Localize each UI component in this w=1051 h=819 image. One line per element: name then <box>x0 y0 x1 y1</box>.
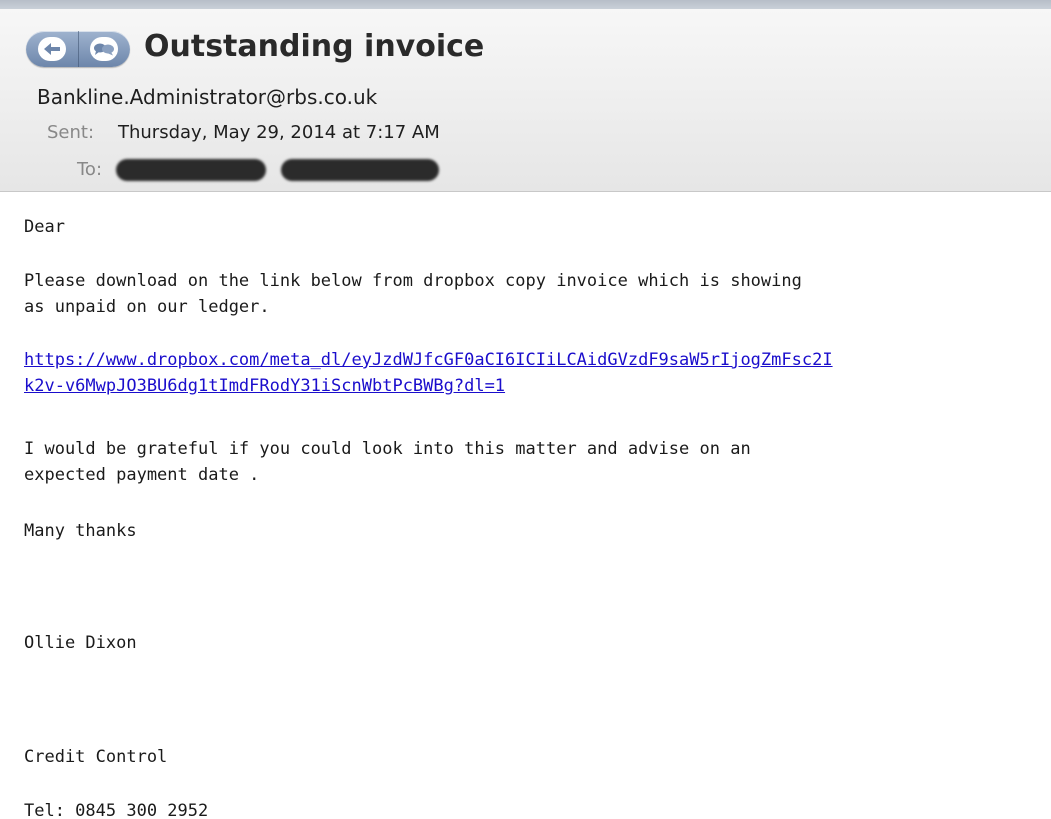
paragraph-2-line-1: I would be grateful if you could look in… <box>24 439 751 459</box>
closing: Many thanks <box>24 521 137 541</box>
message-subject: Outstanding invoice <box>144 29 485 64</box>
paragraph-1-line-2: as unpaid on our ledger. <box>24 297 270 317</box>
sender-address[interactable]: Bankline.Administrator@rbs.co.uk <box>37 83 377 111</box>
email-window: Outstanding invoice Bankline.Administrat… <box>0 0 1051 819</box>
message-header: Outstanding invoice Bankline.Administrat… <box>0 9 1051 192</box>
signature-name: Ollie Dixon <box>24 633 137 653</box>
redacted-recipient-1 <box>116 159 266 181</box>
telephone: Tel: 0845 300 2952 <box>24 801 209 819</box>
sent-date: Thursday, May 29, 2014 at 7:17 AM <box>118 122 440 143</box>
back-button[interactable] <box>26 31 78 67</box>
paragraph-2-line-2: expected payment date . <box>24 465 260 485</box>
navigation-pill <box>26 31 130 67</box>
to-label: To: <box>77 159 103 180</box>
sent-label: Sent: <box>47 122 95 143</box>
back-arrow-icon <box>37 37 66 61</box>
conversation-bubbles-icon <box>90 37 119 61</box>
redacted-recipient-2 <box>281 159 439 181</box>
greeting: Dear <box>24 217 65 237</box>
show-conversation-button[interactable] <box>77 31 131 67</box>
dropbox-link-line-2[interactable]: k2v-v6MwpJO3BU6dg1tImdFRodY31iScnWbtPcBW… <box>24 374 505 399</box>
window-top-border <box>0 0 1051 9</box>
paragraph-1-line-1: Please download on the link below from d… <box>24 271 802 291</box>
department: Credit Control <box>24 747 168 767</box>
dropbox-link-line-1[interactable]: https://www.dropbox.com/meta_dl/eyJzdWJf… <box>24 348 833 373</box>
